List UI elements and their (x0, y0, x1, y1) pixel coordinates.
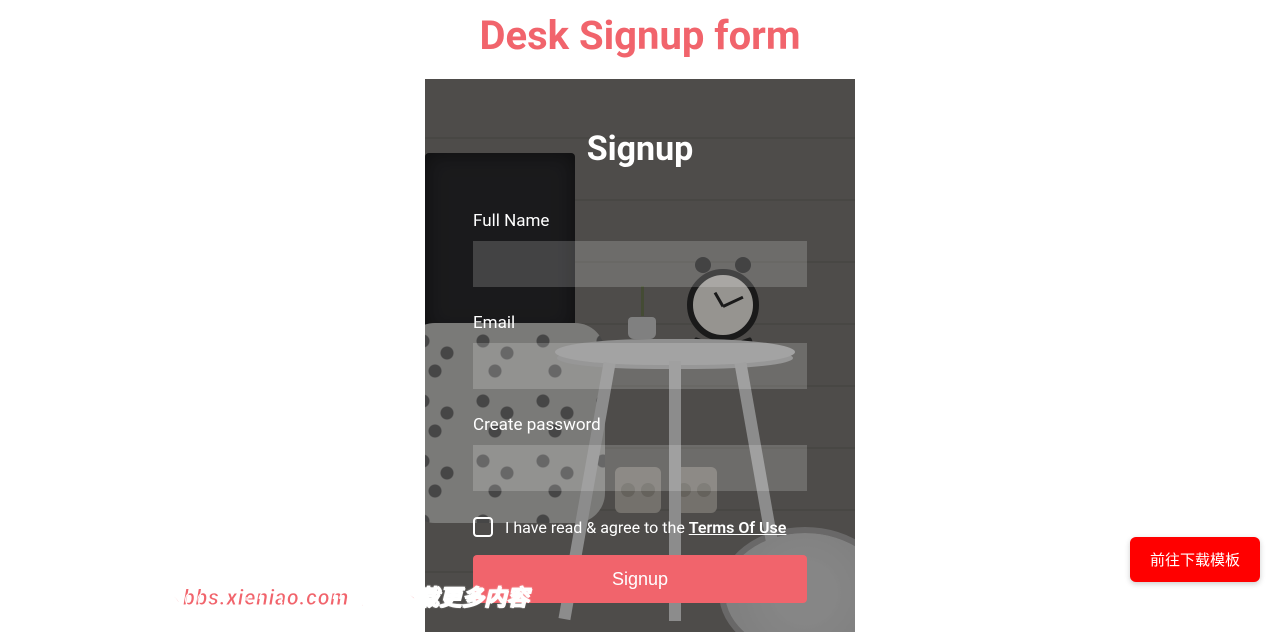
password-input[interactable] (473, 445, 807, 491)
field-full-name: Full Name (473, 211, 807, 287)
card-title: Signup (473, 129, 807, 169)
email-input[interactable] (473, 343, 807, 389)
watermark-text: 访问血鸟社区bbs.xieniao.com免费下载更多内容 (48, 580, 529, 612)
agree-checkbox[interactable] (473, 517, 493, 537)
full-name-input[interactable] (473, 241, 807, 287)
agree-prefix: I have read & agree to the (505, 518, 689, 537)
agree-row: I have read & agree to the Terms Of Use (473, 517, 807, 537)
password-label: Create password (473, 415, 807, 435)
email-label: Email (473, 313, 807, 333)
full-name-label: Full Name (473, 211, 807, 231)
terms-link[interactable]: Terms Of Use (689, 518, 787, 537)
signup-card: Signup Full Name Email Create password I… (425, 79, 855, 632)
field-email: Email (473, 313, 807, 389)
agree-text: I have read & agree to the Terms Of Use (505, 518, 786, 537)
download-template-button[interactable]: 前往下载模板 (1130, 537, 1260, 582)
page-title: Desk Signup form (0, 0, 1280, 79)
field-password: Create password (473, 415, 807, 491)
